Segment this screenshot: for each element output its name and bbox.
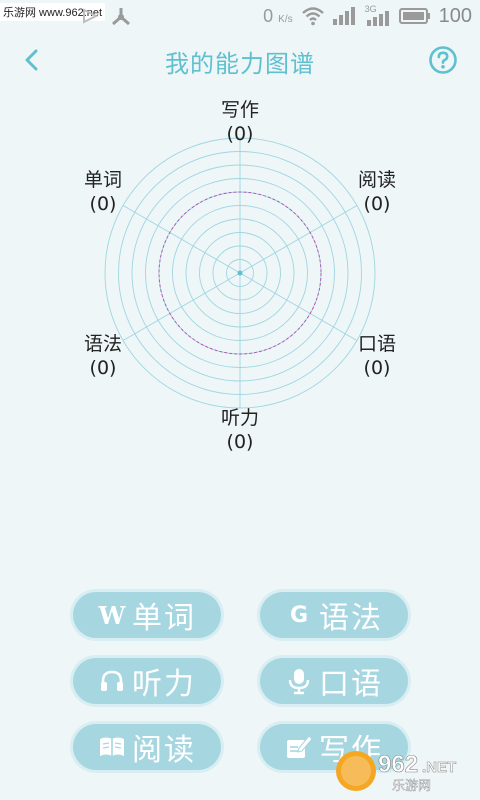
watermark-number: 962 <box>378 751 418 778</box>
net-speed: 0 K/s <box>263 5 293 26</box>
radar-axis <box>239 272 358 341</box>
book-icon <box>98 733 126 761</box>
listening-button[interactable]: 听力 <box>73 658 221 704</box>
radar-center-dot <box>237 270 243 276</box>
wifi-icon <box>301 7 324 26</box>
status-bar: 10:32 乐游网 www.962.net 0 K/s 3G <box>0 0 480 34</box>
radar-axis <box>122 272 241 341</box>
network-type-icon: 3G <box>365 4 391 26</box>
help-icon[interactable] <box>428 45 458 75</box>
app-header: 我的能力图谱 <box>0 36 480 84</box>
battery-percent: 100 <box>438 4 472 27</box>
cell-signal-icon <box>332 7 355 25</box>
speaking-button[interactable]: 口语 <box>260 658 408 704</box>
status-right: 0 K/s 3G 100 <box>263 0 472 32</box>
label-grammar: 语法 (0) <box>83 333 122 379</box>
share-icon <box>112 8 130 26</box>
grammar-button[interactable]: G 语法 <box>260 592 408 638</box>
watermark-suffix: .NET <box>422 759 456 776</box>
headphones-icon <box>98 667 126 695</box>
words-button[interactable]: W 单词 <box>73 592 221 638</box>
notification-icons <box>80 6 132 28</box>
g-letter-icon: G <box>289 602 309 628</box>
watermark-bottom: 962 .NET 乐游网 <box>334 748 472 794</box>
signal-arrow-icon <box>83 8 99 24</box>
label-writing: 写作 (0) <box>220 99 259 145</box>
label-reading: 阅读 (0) <box>357 169 396 215</box>
battery-icon <box>398 8 430 24</box>
microphone-icon <box>285 667 313 695</box>
reading-button[interactable]: 阅读 <box>73 724 221 770</box>
label-words: 单词 (0) <box>83 169 122 215</box>
page-title: 我的能力图谱 <box>165 50 315 78</box>
label-speaking: 口语 (0) <box>357 333 396 379</box>
pencil-paper-icon <box>285 733 313 761</box>
watermark-text: 乐游网 <box>392 779 431 794</box>
label-listening: 听力 (0) <box>220 407 259 453</box>
w-letter-icon: W <box>98 600 126 630</box>
ability-radar-chart: 写作 (0) 阅读 (0) 口语 (0) 听力 (0) 语法 (0) 单词 (0) <box>0 86 480 466</box>
